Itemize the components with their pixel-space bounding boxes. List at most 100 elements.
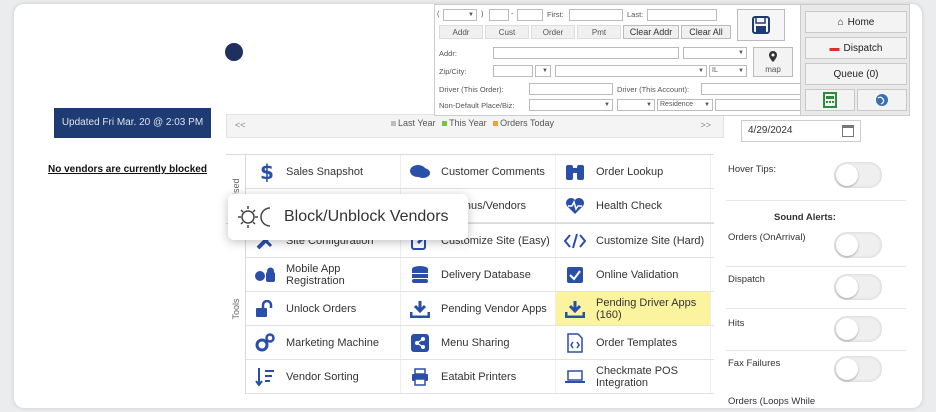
phone-suffix-input[interactable] bbox=[517, 9, 543, 21]
calculator-button[interactable] bbox=[805, 89, 855, 111]
first-name-input[interactable] bbox=[569, 9, 623, 21]
tab-pmt[interactable]: Pmt bbox=[577, 25, 621, 39]
tile-vendor-sorting[interactable]: Vendor Sorting bbox=[246, 360, 401, 393]
svg-text:$: $ bbox=[260, 162, 273, 182]
code-file-icon bbox=[564, 332, 586, 354]
tile-menu-sharing[interactable]: Menu Sharing bbox=[401, 326, 556, 359]
tile-marketing[interactable]: Marketing Machine bbox=[246, 326, 401, 359]
download-tray-icon bbox=[564, 298, 586, 320]
hover-tips-toggle[interactable] bbox=[834, 162, 882, 188]
orders-onarrival-toggle[interactable] bbox=[834, 232, 882, 258]
grid-row: Mobile App Registration Delivery Databas… bbox=[246, 258, 714, 292]
database-icon bbox=[409, 264, 431, 286]
zip-input[interactable] bbox=[493, 65, 533, 77]
this-year-swatch bbox=[442, 121, 448, 127]
driver-order-input[interactable] bbox=[529, 83, 613, 95]
grid-row: Vendor Sorting Eatabit Printers Checkmat… bbox=[246, 360, 714, 394]
tile-checkmate-pos[interactable]: Checkmate POS Integration bbox=[556, 360, 711, 393]
printer-icon bbox=[409, 366, 431, 388]
block-unblock-tooltip[interactable]: Block/Unblock Vendors bbox=[228, 194, 468, 240]
unlock-icon bbox=[254, 298, 276, 320]
last-year-swatch bbox=[391, 121, 396, 127]
laptop-icon bbox=[564, 366, 586, 388]
tile-pending-vendor[interactable]: Pending Vendor Apps bbox=[401, 292, 556, 325]
date-input[interactable]: 4/29/2024 bbox=[741, 120, 861, 142]
next-period-button[interactable]: >> bbox=[700, 120, 711, 130]
city-select[interactable]: ▼ bbox=[555, 65, 707, 77]
apple-android-icon bbox=[254, 264, 276, 286]
calculator-icon bbox=[823, 92, 837, 109]
place-type-select[interactable]: ▼ bbox=[617, 99, 655, 111]
prev-period-button[interactable]: << bbox=[235, 120, 246, 130]
comments-icon bbox=[409, 161, 431, 183]
area-code-select[interactable]: ▼ bbox=[443, 9, 477, 21]
legend-orders-today: Orders Today bbox=[500, 118, 554, 128]
residence-select[interactable]: Residence ▼ bbox=[657, 99, 713, 111]
floppy-disk-icon bbox=[752, 16, 770, 34]
grid-row: $ Sales Snapshot Customer Comments Order… bbox=[246, 155, 714, 189]
map-button[interactable]: map bbox=[753, 47, 793, 77]
tile-health-check[interactable]: Health Check bbox=[556, 189, 711, 222]
queue-button[interactable]: Queue (0) bbox=[805, 63, 907, 85]
admin-page: Updated Fri Mar. 20 @ 2:03 PM No vendors… bbox=[14, 4, 922, 408]
quick-nav-panel: ⌂ Home ▬ Dispatch Queue (0) bbox=[800, 4, 910, 116]
tile-customer-comments[interactable]: Customer Comments bbox=[401, 155, 556, 188]
dispatch-button[interactable]: ▬ Dispatch bbox=[805, 37, 907, 59]
zip-select[interactable]: ▼ bbox=[535, 65, 551, 77]
tile-sales-snapshot[interactable]: $ Sales Snapshot bbox=[246, 155, 401, 188]
fax-failures-toggle[interactable] bbox=[834, 356, 882, 382]
tile-unlock-orders[interactable]: Unlock Orders bbox=[246, 292, 401, 325]
clear-addr-button[interactable]: Clear Addr bbox=[623, 25, 679, 39]
blocked-vendors-link[interactable]: No vendors are currently blocked bbox=[48, 164, 207, 175]
section-tools-label: Tools bbox=[230, 298, 241, 320]
tools-grid: Used $ Sales Snapshot Customer Comments … bbox=[226, 154, 714, 394]
map-pin-icon bbox=[769, 51, 777, 62]
tooltip-label: Block/Unblock Vendors bbox=[284, 208, 449, 225]
place-select[interactable]: ▼ bbox=[529, 99, 613, 111]
globe-button[interactable] bbox=[857, 89, 907, 111]
tile-online-validation[interactable]: Online Validation bbox=[556, 258, 711, 291]
tile-mobile-app[interactable]: Mobile App Registration bbox=[246, 258, 401, 291]
updated-timestamp: Updated Fri Mar. 20 @ 2:03 PM bbox=[54, 108, 211, 138]
code-icon bbox=[564, 230, 586, 252]
grid-row: Marketing Machine Menu Sharing Order Tem… bbox=[246, 326, 714, 360]
globe-icon bbox=[876, 94, 888, 107]
dispatch-alert-toggle[interactable] bbox=[834, 274, 882, 300]
binoculars-icon bbox=[564, 161, 586, 183]
tab-order[interactable]: Order bbox=[531, 25, 575, 39]
state-select[interactable]: IL ▼ bbox=[709, 65, 747, 77]
home-button[interactable]: ⌂ Home bbox=[805, 11, 907, 33]
tab-cust[interactable]: Cust bbox=[485, 25, 529, 39]
last-name-input[interactable] bbox=[647, 9, 717, 21]
addr-type-select[interactable]: ▼ bbox=[683, 47, 747, 59]
phone-prefix-input[interactable] bbox=[489, 9, 509, 21]
address-input[interactable] bbox=[493, 47, 679, 59]
legend-this-year: This Year bbox=[449, 118, 487, 128]
tab-addr[interactable]: Addr bbox=[439, 25, 483, 39]
grid-row: Unlock Orders Pending Vendor Apps Pendin… bbox=[246, 292, 714, 326]
sort-icon bbox=[254, 366, 276, 388]
driver-account-input[interactable] bbox=[701, 83, 805, 95]
tile-customize-hard[interactable]: Customize Site (Hard) bbox=[556, 224, 711, 257]
car-icon: ▬ bbox=[829, 43, 840, 54]
sun-moon-icon bbox=[238, 205, 278, 229]
legend-last-year: Last Year bbox=[398, 118, 436, 128]
calendar-icon[interactable] bbox=[842, 125, 854, 137]
orders-today-swatch bbox=[493, 121, 499, 127]
save-button[interactable] bbox=[737, 9, 785, 41]
download-tray-icon bbox=[409, 298, 431, 320]
dollar-icon: $ bbox=[254, 161, 276, 183]
tile-pending-driver[interactable]: Pending Driver Apps (160) bbox=[556, 292, 711, 325]
chart-legend: Last Year This Year Orders Today bbox=[387, 118, 554, 128]
tile-order-templates[interactable]: Order Templates bbox=[556, 326, 711, 359]
orders-loops-label: Orders (Loops While bbox=[728, 396, 816, 407]
tile-eatabit-printers[interactable]: Eatabit Printers bbox=[401, 360, 556, 393]
share-icon bbox=[409, 332, 431, 354]
hits-alert-toggle[interactable] bbox=[834, 316, 882, 342]
tile-delivery-database[interactable]: Delivery Database bbox=[401, 258, 556, 291]
place-name-input[interactable] bbox=[715, 99, 805, 111]
clear-all-button[interactable]: Clear All bbox=[681, 25, 731, 39]
tile-order-lookup[interactable]: Order Lookup bbox=[556, 155, 711, 188]
heartbeat-icon bbox=[564, 195, 586, 217]
logo-area bbox=[54, 4, 442, 108]
